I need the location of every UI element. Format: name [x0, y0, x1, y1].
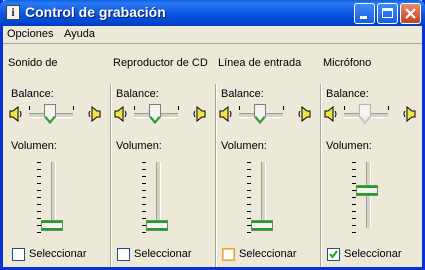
checkmark-icon [329, 250, 338, 259]
select-label: Seleccionar [239, 248, 297, 260]
balance-tick [388, 106, 389, 110]
speaker-right-icon [297, 105, 311, 125]
menu-divider [3, 43, 422, 44]
volume-slider[interactable] [41, 220, 63, 231]
volume-track [51, 162, 56, 228]
channel-name-mic: Micrófono [323, 57, 372, 69]
speaker-left-icon [114, 105, 128, 125]
recording-control-window: i Control de grabación Opciones Ayuda So… [0, 0, 425, 270]
volume-ticks [352, 162, 356, 233]
close-button[interactable] [400, 3, 421, 24]
channel-panel: Balance: Volumen: Seleccionar [322, 84, 424, 267]
speaker-left-icon [324, 105, 338, 125]
speaker-right-icon [298, 105, 311, 123]
select-label: Seleccionar [344, 248, 402, 260]
balance-slider[interactable] [359, 104, 371, 124]
speaker-right-icon [192, 105, 206, 125]
speaker-left-icon [219, 105, 232, 123]
channel-panel: Balance: Volumen: Seleccionar [112, 84, 214, 267]
balance-tick [134, 106, 135, 110]
balance-tick [73, 106, 74, 110]
title-bar[interactable]: i Control de grabación [0, 0, 425, 26]
maximize-icon [382, 8, 393, 18]
balance-tick [29, 106, 30, 110]
channel-name-cd: Reproductor de CD [113, 57, 208, 69]
speaker-left-icon [219, 105, 233, 125]
window-title: Control de grabación [25, 4, 166, 20]
speaker-left-icon [9, 105, 23, 125]
volume-label: Volumen: [326, 140, 372, 152]
menu-ayuda[interactable]: Ayuda [64, 28, 95, 40]
balance-tick [344, 106, 345, 110]
select-checkbox[interactable] [327, 248, 340, 261]
volume-slider[interactable] [356, 185, 378, 196]
close-icon [405, 8, 416, 19]
channel-panel: Balance: Volumen: Seleccionar [7, 84, 109, 267]
select-checkbox[interactable] [222, 248, 235, 261]
select-label: Seleccionar [134, 248, 192, 260]
volume-slider[interactable] [251, 220, 273, 231]
balance-label: Balance: [326, 88, 369, 100]
menu-bar: Opciones Ayuda [3, 26, 422, 43]
channel-panel: Balance: Volumen: Seleccionar [217, 84, 319, 267]
app-icon: i [6, 5, 20, 20]
speaker-left-icon [9, 105, 22, 123]
balance-label: Balance: [116, 88, 159, 100]
balance-label: Balance: [221, 88, 264, 100]
volume-label: Volumen: [11, 140, 57, 152]
speaker-right-icon [193, 105, 206, 123]
minimize-icon [360, 16, 367, 19]
volume-track [156, 162, 161, 228]
volume-slider[interactable] [146, 220, 168, 231]
speaker-right-icon [402, 105, 416, 125]
select-checkbox[interactable] [12, 248, 25, 261]
speaker-left-icon [114, 105, 127, 123]
balance-tick [178, 106, 179, 110]
balance-label: Balance: [11, 88, 54, 100]
volume-label: Volumen: [221, 140, 267, 152]
select-label: Seleccionar [29, 248, 87, 260]
speaker-right-icon [403, 105, 416, 123]
maximize-button[interactable] [377, 3, 398, 24]
select-checkbox[interactable] [117, 248, 130, 261]
volume-label: Volumen: [116, 140, 162, 152]
speaker-right-icon [88, 105, 101, 123]
balance-slider[interactable] [44, 104, 56, 124]
menu-opciones[interactable]: Opciones [7, 28, 53, 40]
speaker-right-icon [87, 105, 101, 125]
balance-tick [283, 106, 284, 110]
channel-name-sonido: Sonido de [8, 57, 58, 69]
balance-slider[interactable] [254, 104, 266, 124]
balance-slider[interactable] [149, 104, 161, 124]
minimize-button[interactable] [354, 3, 375, 24]
channel-name-line-in: Línea de entrada [218, 57, 302, 69]
speaker-left-icon [324, 105, 337, 123]
volume-track [261, 162, 266, 228]
balance-tick [239, 106, 240, 110]
